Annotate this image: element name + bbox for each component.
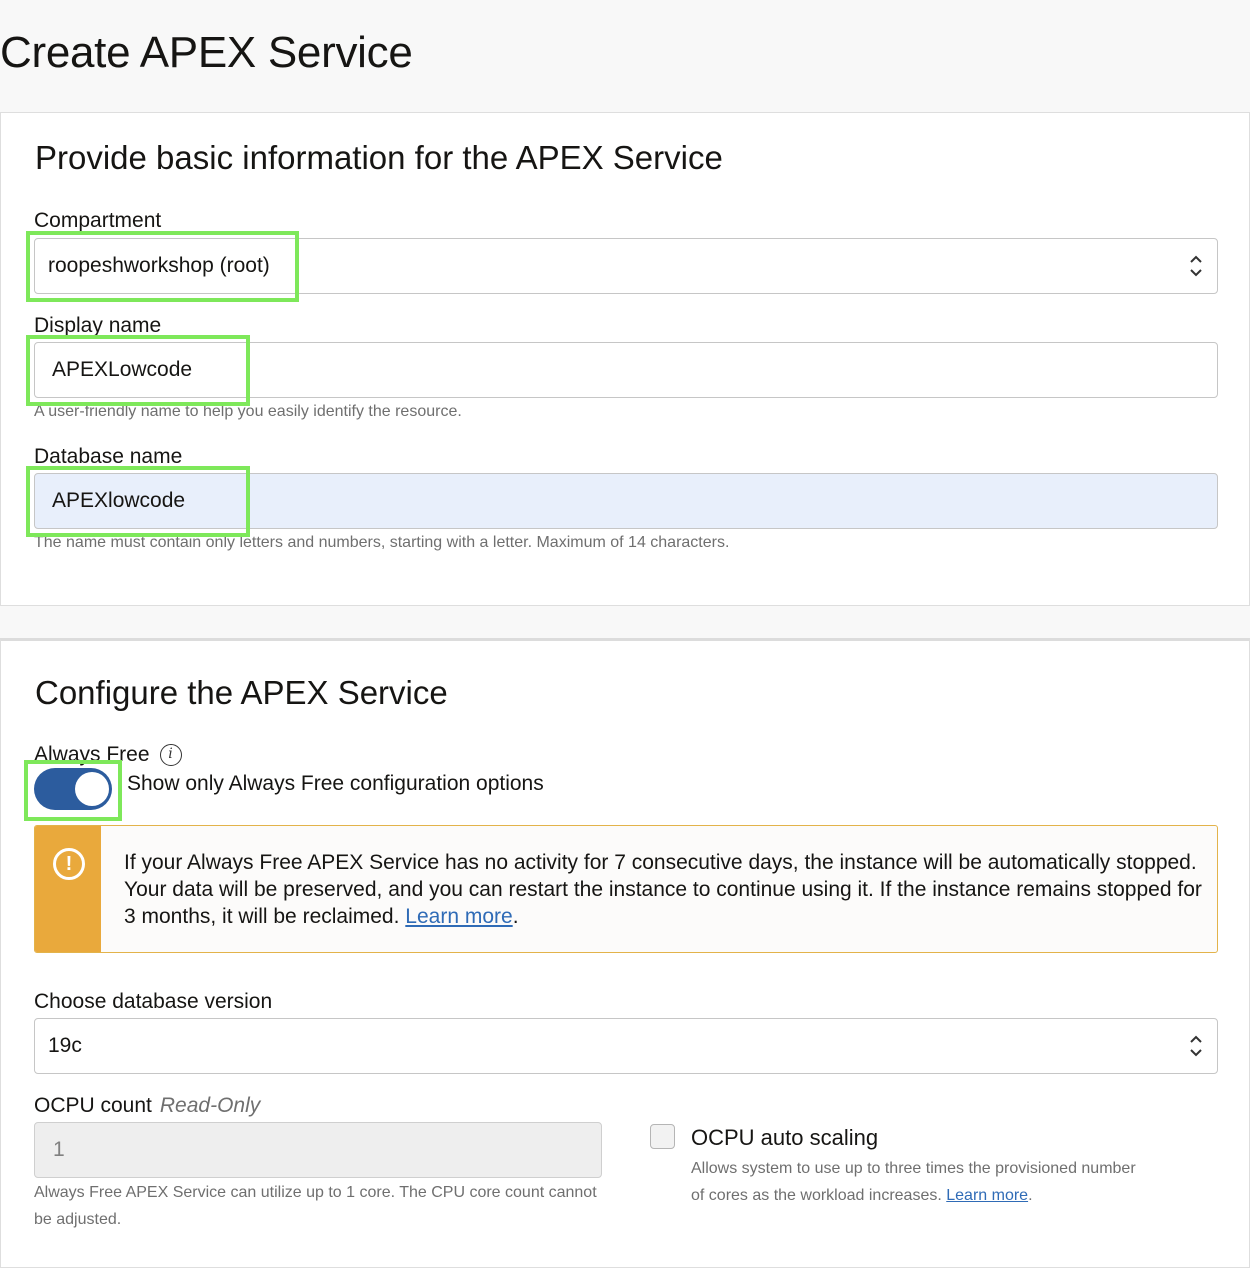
banner-suffix: . bbox=[512, 905, 519, 928]
always-free-label: Always Free i bbox=[34, 743, 182, 767]
database-name-input[interactable]: APEXlowcode bbox=[34, 473, 1218, 529]
db-version-label: Choose database version bbox=[34, 990, 273, 1013]
auto-scaling-help-text: Allows system to use up to three times t… bbox=[691, 1160, 1136, 1204]
info-icon[interactable]: i bbox=[159, 744, 182, 767]
banner-text: If your Always Free APEX Service has no … bbox=[124, 851, 1202, 928]
auto-scaling-suffix: . bbox=[1028, 1187, 1033, 1204]
ocpu-count-label-text: OCPU count bbox=[34, 1094, 152, 1117]
configure-section-title: Configure the APEX Service bbox=[35, 674, 448, 711]
always-free-warning-banner: ! If your Always Free APEX Service has n… bbox=[34, 825, 1218, 953]
ocpu-count-value: 1 bbox=[53, 1138, 65, 1161]
ocpu-auto-scaling-help: Allows system to use up to three times t… bbox=[691, 1155, 1151, 1209]
always-free-toggle[interactable] bbox=[34, 768, 112, 810]
always-free-label-text: Always Free bbox=[34, 743, 150, 766]
display-name-help: A user-friendly name to help you easily … bbox=[34, 403, 462, 420]
banner-accent-bar: ! bbox=[35, 826, 101, 952]
page-title: Create APEX Service bbox=[0, 28, 413, 77]
basic-section-title: Provide basic information for the APEX S… bbox=[35, 139, 723, 176]
database-name-help: The name must contain only letters and n… bbox=[34, 534, 730, 551]
banner-message: If your Always Free APEX Service has no … bbox=[124, 849, 1204, 930]
database-name-label: Database name bbox=[34, 445, 183, 468]
compartment-value: roopeshworkshop (root) bbox=[48, 254, 270, 277]
banner-learn-more-link[interactable]: Learn more bbox=[405, 905, 512, 928]
chevron-up-down-icon bbox=[1190, 255, 1202, 277]
db-version-value: 19c bbox=[48, 1034, 82, 1057]
db-version-select[interactable]: 19c bbox=[34, 1018, 1218, 1074]
always-free-toggle-label: Show only Always Free configuration opti… bbox=[127, 772, 544, 795]
ocpu-auto-scaling-label: OCPU auto scaling bbox=[691, 1125, 879, 1150]
ocpu-count-label: OCPU count Read-Only bbox=[34, 1094, 260, 1118]
display-name-label: Display name bbox=[34, 314, 162, 337]
auto-scaling-learn-more-link[interactable]: Learn more bbox=[946, 1187, 1028, 1204]
exclamation-circle-icon: ! bbox=[53, 848, 85, 880]
toggle-knob bbox=[75, 772, 109, 806]
compartment-label: Compartment bbox=[34, 209, 162, 232]
chevron-up-down-icon bbox=[1190, 1035, 1202, 1057]
ocpu-auto-scaling-checkbox[interactable] bbox=[650, 1124, 675, 1149]
ocpu-count-input: 1 bbox=[34, 1122, 602, 1178]
read-only-tag: Read-Only bbox=[159, 1094, 261, 1117]
ocpu-count-help: Always Free APEX Service can utilize up … bbox=[34, 1184, 597, 1228]
compartment-select[interactable]: roopeshworkshop (root) bbox=[34, 238, 1218, 294]
display-name-input[interactable]: APEXLowcode bbox=[34, 342, 1218, 398]
database-name-value: APEXlowcode bbox=[52, 489, 186, 512]
display-name-value: APEXLowcode bbox=[52, 358, 193, 381]
